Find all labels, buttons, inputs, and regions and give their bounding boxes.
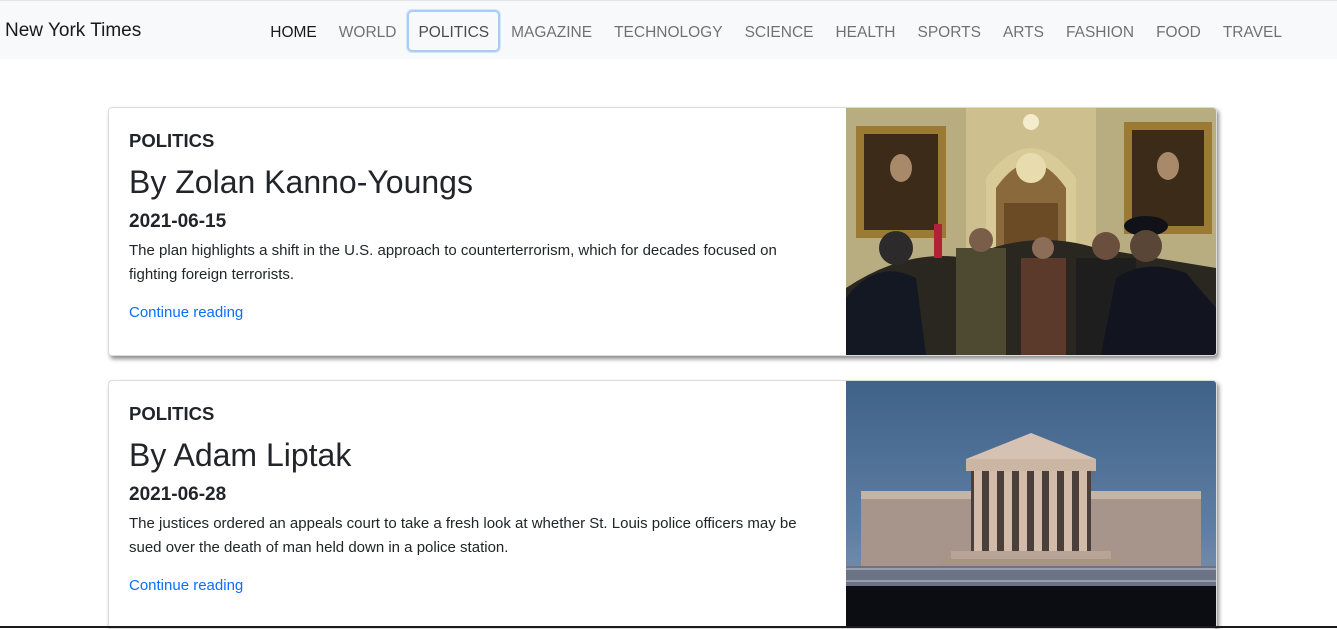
article-image-capitol — [846, 108, 1216, 355]
article-section: POLITICS — [129, 130, 215, 151]
nav-fashion[interactable]: FASHION — [1055, 10, 1145, 52]
nav-travel[interactable]: TRAVEL — [1212, 10, 1293, 52]
nav-health[interactable]: HEALTH — [824, 10, 906, 52]
article-date: 2021-06-28 — [129, 484, 227, 505]
top-navbar: New York Times HOME WORLD POLITICS MAGAZ… — [0, 0, 1337, 59]
nav-world[interactable]: WORLD — [328, 10, 408, 52]
nav-arts[interactable]: ARTS — [992, 10, 1055, 52]
article-summary: The justices ordered an appeals court to… — [129, 515, 797, 556]
article-date: 2021-06-15 — [129, 211, 227, 232]
article-card-body: POLITICS By Adam Liptak 2021-06-28 The j… — [129, 401, 829, 596]
article-summary: The plan highlights a shift in the U.S. … — [129, 242, 777, 283]
continue-reading-link[interactable]: Continue reading — [129, 576, 243, 596]
article-card: POLITICS By Zolan Kanno-Youngs 2021-06-1… — [108, 107, 1217, 356]
nav-science[interactable]: SCIENCE — [734, 10, 825, 52]
nav-sports[interactable]: SPORTS — [907, 10, 992, 52]
article-card-body: POLITICS By Zolan Kanno-Youngs 2021-06-1… — [129, 128, 829, 323]
nav-magazine[interactable]: MAGAZINE — [500, 10, 603, 52]
nav-home[interactable]: HOME — [259, 10, 328, 52]
brand-logo-text[interactable]: New York Times — [5, 20, 141, 42]
nav-food[interactable]: FOOD — [1145, 10, 1212, 52]
continue-reading-link[interactable]: Continue reading — [129, 303, 243, 323]
nav-politics[interactable]: POLITICS — [407, 10, 501, 52]
nav-technology[interactable]: TECHNOLOGY — [603, 10, 734, 52]
article-section: POLITICS — [129, 403, 215, 424]
article-image-supreme-court — [846, 381, 1216, 628]
nav-menu: HOME WORLD POLITICS MAGAZINE TECHNOLOGY … — [259, 9, 1293, 53]
article-card: POLITICS By Adam Liptak 2021-06-28 The j… — [108, 380, 1217, 629]
article-byline: By Zolan Kanno-Youngs — [129, 164, 473, 200]
article-byline: By Adam Liptak — [129, 437, 352, 473]
